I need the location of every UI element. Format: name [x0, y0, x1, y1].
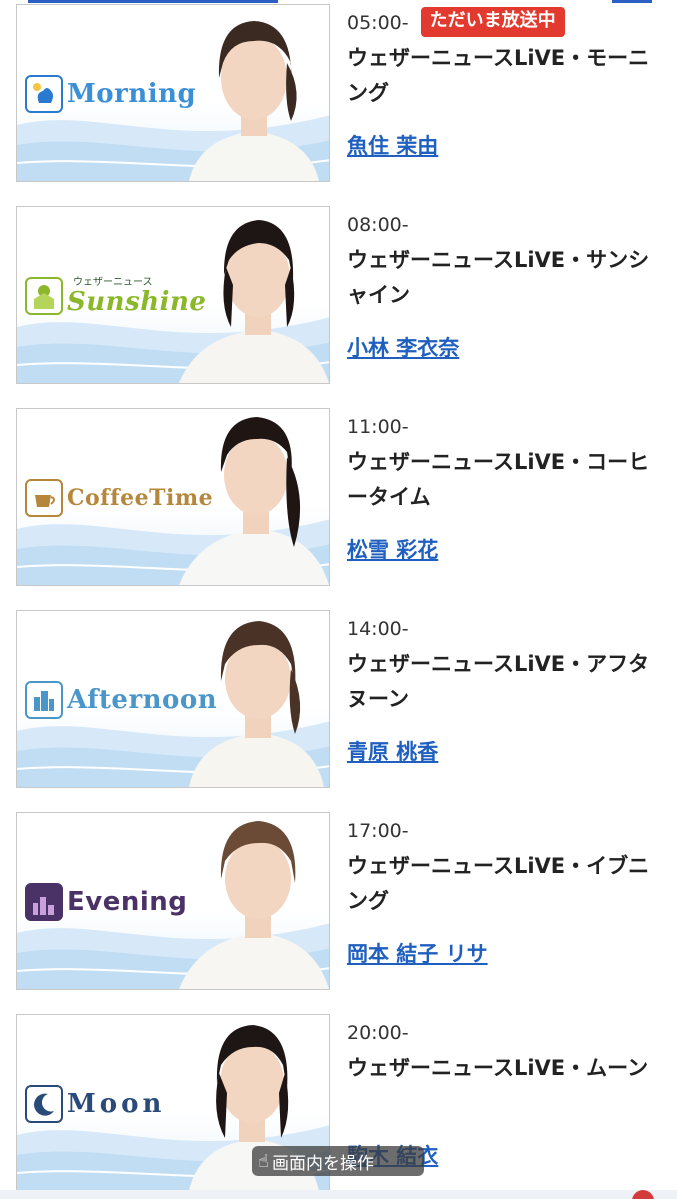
program-title[interactable]: ウェザーニュースLiVE・コーヒータイム: [347, 445, 657, 515]
program-title[interactable]: ウェザーニュースLiVE・サンシャイン: [347, 243, 657, 313]
program-title[interactable]: ウェザーニュースLiVE・イブニング: [347, 849, 657, 919]
anchor-link[interactable]: 小林 李衣奈: [347, 332, 459, 362]
city-night-icon: [25, 883, 63, 921]
program-time: 08:00-: [347, 214, 409, 236]
program-thumbnail[interactable]: ウェザーニュース Sunshine: [16, 206, 330, 384]
hand-pointer-icon: ☝: [258, 1150, 269, 1172]
program-thumbnail[interactable]: Morning: [16, 4, 330, 182]
presenter-photo: [179, 821, 329, 989]
rooster-icon: [25, 75, 63, 113]
program-title[interactable]: ウェザーニュースLiVE・ムーン: [347, 1051, 657, 1086]
program-thumbnail[interactable]: Afternoon: [16, 610, 330, 788]
coffee-cup-icon: [25, 479, 63, 517]
program-card-sunshine[interactable]: ウェザーニュース Sunshine 08:00- ウェザーニュースLiVE・サン…: [0, 206, 677, 396]
program-time: 17:00-: [347, 820, 409, 842]
anchor-link[interactable]: 松雪 彩花: [347, 534, 438, 564]
presenter-photo: [179, 220, 329, 383]
presenter-photo: [189, 21, 319, 181]
program-time: 05:00-: [347, 12, 409, 34]
program-card-evening[interactable]: Evening 17:00- ウェザーニュースLiVE・イブニング 岡本 結子 …: [0, 812, 677, 1002]
program-card-coffeetime[interactable]: CoffeeTime 11:00- ウェザーニュースLiVE・コーヒータイム 松…: [0, 408, 677, 598]
evening-logo: Evening: [25, 875, 187, 929]
program-time: 11:00-: [347, 416, 409, 438]
program-card-afternoon[interactable]: Afternoon 14:00- ウェザーニュースLiVE・アフタヌーン 青原 …: [0, 610, 677, 800]
program-time: 14:00-: [347, 618, 409, 640]
morning-logo: Morning: [25, 67, 196, 121]
sun-house-icon: [25, 277, 63, 315]
presenter-photo: [179, 417, 329, 585]
program-time: 20:00-: [347, 1022, 409, 1044]
logo-subtitle: ウェザーニュース: [73, 277, 153, 288]
presenter-photo: [189, 621, 324, 787]
anchor-link[interactable]: 岡本 結子 リサ: [347, 938, 488, 968]
operation-bar-label: 画面内を操作: [271, 1153, 374, 1174]
program-title[interactable]: ウェザーニュースLiVE・モーニング: [347, 41, 657, 111]
moon-logo: Moon: [25, 1077, 165, 1131]
program-thumbnail[interactable]: Evening: [16, 812, 330, 990]
screen-operation-bar[interactable]: ☝ 画面内を操作: [252, 1146, 424, 1176]
anchor-link[interactable]: 青原 桃香: [347, 736, 438, 766]
program-card-morning[interactable]: Morning 05:00- ただいま放送中 ウェザーニュースLiVE・モーニング…: [0, 4, 677, 194]
bottom-strip: [0, 1190, 677, 1199]
program-title[interactable]: ウェザーニュースLiVE・アフタヌーン: [347, 647, 657, 717]
program-thumbnail[interactable]: CoffeeTime: [16, 408, 330, 586]
live-now-badge: ただいま放送中: [420, 7, 565, 37]
moon-icon: [25, 1085, 63, 1123]
anchor-link[interactable]: 魚住 茉由: [347, 130, 438, 160]
buildings-icon: [25, 681, 63, 719]
